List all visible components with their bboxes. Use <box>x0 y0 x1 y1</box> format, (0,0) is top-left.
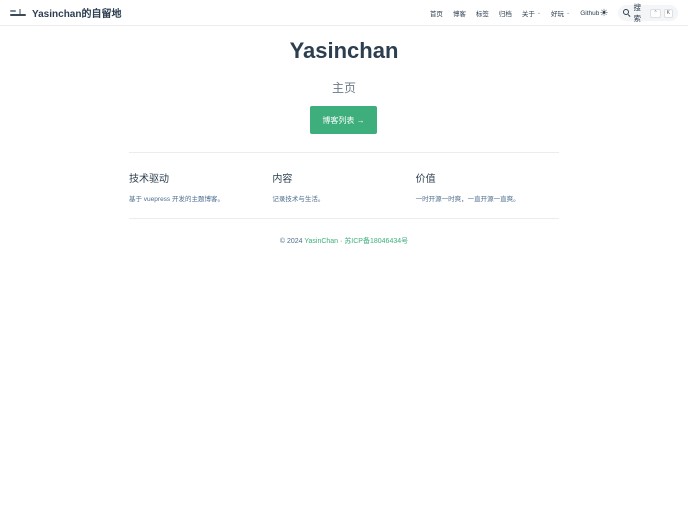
footer-icp-link[interactable]: 苏ICP备18046434号 <box>344 238 408 245</box>
blog-list-button[interactable]: 博客列表 → <box>310 106 377 134</box>
search-button[interactable]: 搜索 ⌃ K <box>618 3 678 23</box>
chevron-down-icon: ⌄ <box>536 10 542 16</box>
feature-title: 价值 <box>415 174 436 185</box>
hero-title: Yasinchan <box>289 38 399 63</box>
site-name[interactable]: Yasinchan的自留地 <box>32 5 121 20</box>
feature-description: 基于 vuepress 开发的主题博客。 <box>129 196 224 203</box>
feature-title: 内容 <box>272 174 293 185</box>
search-shortcut-k: K <box>663 8 673 18</box>
site-logo-icon[interactable] <box>10 8 26 17</box>
chevron-down-icon: ⌄ <box>566 10 571 16</box>
hero-subtitle: 主页 <box>331 81 356 95</box>
search-shortcut-ctrl: ⌃ <box>650 8 661 18</box>
nav-item-tags[interactable]: 标签 <box>476 8 489 18</box>
nav-item-home[interactable]: 首页 <box>430 8 443 18</box>
nav-links: 首页 博客 标签 归档 关于 ⌄ 好玩 ⌄ Github ↗ <box>420 0 606 26</box>
navbar: Yasinchan的自留地 首页 博客 标签 归档 关于 ⌄ 好玩 ⌄ Github… <box>0 0 688 26</box>
nav-item-about[interactable]: 关于 ⌄ <box>522 8 541 18</box>
footer-copyright: © 2024 <box>279 238 305 245</box>
feature-description: 记录技术与生活。 <box>272 196 325 203</box>
footer: © 2024 YasinChan · 苏ICP备18046434号 <box>0 236 688 246</box>
divider <box>129 152 559 153</box>
feature-item: 价值 一时开源一时爽，一直开源一直爽。 <box>416 170 559 203</box>
feature-title: 技术驱动 <box>129 174 169 185</box>
feature-item: 技术驱动 基于 vuepress 开发的主题博客。 <box>129 170 272 203</box>
sun-icon[interactable]: ☀ <box>598 7 610 19</box>
divider <box>129 218 559 219</box>
nav-item-archive[interactable]: 归档 <box>499 8 512 18</box>
feature-item: 内容 记录技术与生活。 <box>272 170 415 203</box>
search-label: 搜索 <box>633 3 641 23</box>
features: 技术驱动 基于 vuepress 开发的主题博客。 内容 记录技术与生活。 价值… <box>129 170 559 203</box>
search-icon <box>623 9 631 18</box>
feature-description: 一时开源一时爽，一直开源一直爽。 <box>415 196 520 203</box>
nav-item-fun[interactable]: 好玩 ⌄ <box>551 8 570 18</box>
nav-item-blog[interactable]: 博客 <box>453 8 466 18</box>
footer-author-link[interactable]: YasinChan <box>304 238 338 245</box>
